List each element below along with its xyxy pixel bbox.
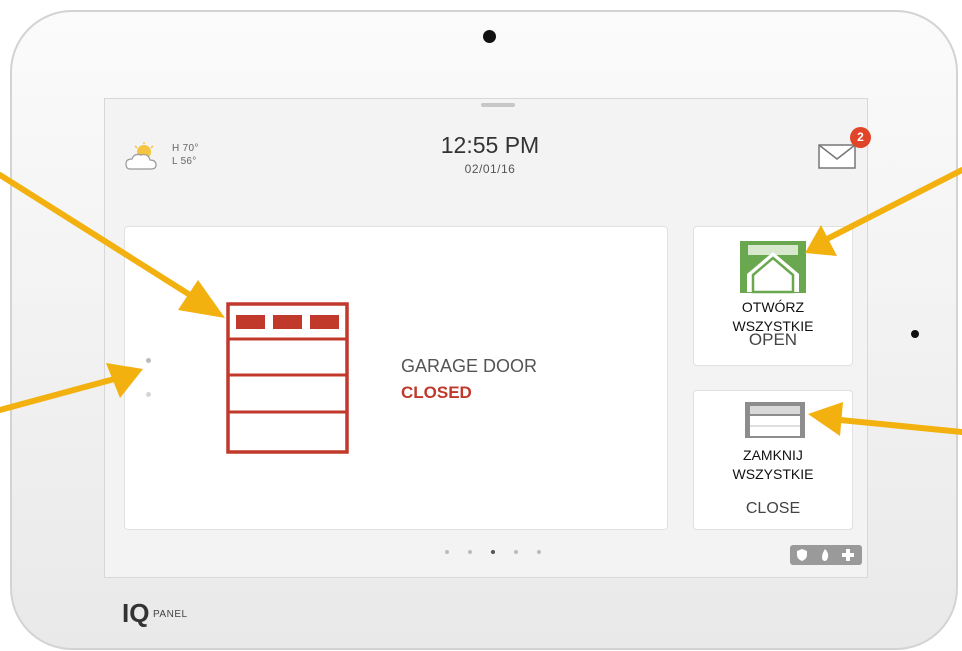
garage-closed-icon bbox=[745, 402, 805, 438]
garage-open-icon bbox=[740, 241, 806, 294]
message-count-badge: 2 bbox=[850, 127, 871, 148]
device-status: CLOSED bbox=[401, 383, 472, 402]
device-name: GARAGE DOOR bbox=[401, 356, 538, 376]
side-page-dot bbox=[146, 392, 151, 397]
emergency-panel-button[interactable] bbox=[790, 545, 862, 565]
garage-door-icon bbox=[226, 302, 349, 454]
brand-logo-sub: PANEL bbox=[153, 609, 188, 620]
clock-time: 12:55 PM bbox=[440, 132, 540, 158]
medical-cross-icon bbox=[842, 549, 854, 561]
partly-cloudy-icon bbox=[125, 142, 157, 170]
side-page-dot bbox=[146, 358, 151, 363]
close-all-label: CLOSE bbox=[745, 500, 801, 517]
page-dot[interactable] bbox=[537, 550, 541, 554]
page-dot[interactable] bbox=[514, 550, 518, 554]
close-all-translation-line1: ZAMKNIJ bbox=[743, 447, 803, 463]
open-all-translation-line2: WSZYSTKIE bbox=[732, 318, 814, 334]
device-card[interactable] bbox=[124, 226, 668, 530]
envelope-icon[interactable] bbox=[817, 140, 857, 170]
clock-date: 02/01/16 bbox=[464, 162, 516, 176]
fire-icon bbox=[822, 549, 829, 561]
close-all-translation-line2: WSZYSTKIE bbox=[732, 466, 814, 482]
temp-high: H 70° bbox=[172, 143, 199, 154]
brand-logo: IQ bbox=[122, 598, 150, 628]
temp-low: L 56° bbox=[172, 156, 197, 167]
pull-down-handle[interactable] bbox=[481, 103, 515, 107]
page-dot[interactable] bbox=[468, 550, 472, 554]
shield-icon bbox=[797, 549, 807, 561]
open-all-translation-line1: OTWÓRZ bbox=[741, 299, 805, 315]
page-dot[interactable] bbox=[445, 550, 449, 554]
camera-lens bbox=[483, 30, 496, 43]
light-sensor bbox=[911, 330, 919, 338]
page-dot-active[interactable] bbox=[491, 550, 495, 554]
